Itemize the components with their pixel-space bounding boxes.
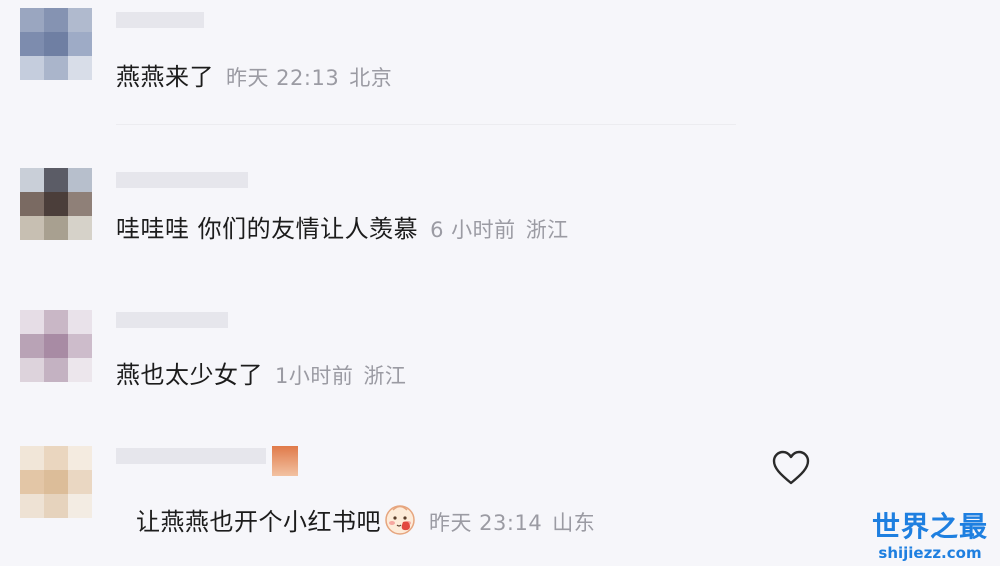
comment-line: 燕燕来了 昨天 22:13 北京	[116, 62, 392, 93]
comment-time: 1小时前	[275, 364, 354, 388]
watermark-url: shijiezz.com	[878, 544, 982, 562]
comment-meta: 6 小时前 浙江	[430, 218, 569, 242]
username-blurred[interactable]	[116, 312, 228, 328]
heart-outline-icon[interactable]	[772, 450, 810, 486]
comment-text[interactable]: 让燕燕也开个小红书吧	[136, 508, 381, 536]
comment-location: 北京	[349, 66, 393, 90]
comment-text[interactable]: 哇哇哇 你们的友情让人羡慕	[116, 215, 418, 243]
comment-line: 哇哇哇 你们的友情让人羡慕 6 小时前 浙江	[116, 214, 569, 245]
avatar[interactable]	[20, 446, 92, 518]
avatar[interactable]	[20, 168, 92, 240]
comment-line: 燕也太少女了 1小时前 浙江	[116, 360, 406, 391]
comment-line: 让燕燕也开个小红书吧 昨天 23:14 山东	[136, 502, 595, 538]
avatar[interactable]	[20, 310, 92, 382]
comment-meta: 昨天 23:14 山东	[429, 511, 595, 535]
blushing-face-emoji	[385, 505, 415, 535]
comment-time: 6 小时前	[430, 218, 516, 242]
comment-time: 昨天 22:13	[226, 66, 340, 90]
avatar[interactable]	[20, 8, 92, 80]
watermark-title: 世界之最	[871, 510, 988, 543]
username-blurred[interactable]	[116, 12, 204, 28]
comment-location: 山东	[552, 511, 596, 535]
comment-location: 浙江	[525, 218, 569, 242]
divider	[116, 124, 736, 125]
comment-meta: 昨天 22:13 北京	[226, 66, 392, 90]
username-blurred[interactable]	[116, 448, 266, 464]
comment-text[interactable]: 燕燕来了	[116, 63, 214, 91]
comment-meta: 1小时前 浙江	[275, 364, 406, 388]
username-blurred	[272, 446, 298, 476]
comment-text[interactable]: 燕也太少女了	[116, 361, 263, 389]
comment-time: 昨天 23:14	[429, 511, 543, 535]
username-blurred[interactable]	[116, 172, 248, 188]
watermark: 世界之最 shijiezz.com	[870, 510, 990, 562]
comment-location: 浙江	[363, 364, 407, 388]
